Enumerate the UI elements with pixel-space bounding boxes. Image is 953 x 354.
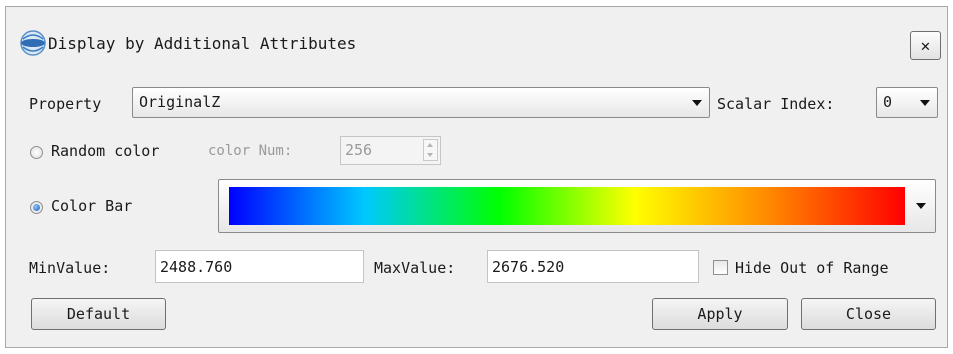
random-color-label: Random color: [51, 142, 160, 160]
chevron-down-icon: [920, 100, 930, 106]
scalar-index-value: 0: [883, 93, 893, 111]
scalar-index-label: Scalar Index:: [717, 95, 835, 113]
max-value-text: 2676.520: [492, 258, 565, 276]
scalar-index-dropdown[interactable]: 0: [876, 87, 938, 118]
spin-down-icon[interactable]: [427, 153, 433, 157]
color-num-spinbox[interactable]: 256: [340, 136, 441, 165]
color-bar-label: Color Bar: [51, 197, 133, 215]
min-value-text: 2488.760: [160, 258, 233, 276]
max-value-label: MaxValue:: [374, 259, 456, 277]
apply-button[interactable]: Apply: [652, 298, 788, 330]
min-value-label: MinValue:: [29, 259, 111, 277]
default-button[interactable]: Default: [31, 298, 166, 330]
property-label: Property: [29, 95, 102, 113]
window-title: Display by Additional Attributes: [48, 34, 357, 53]
close-icon: ✕: [920, 36, 931, 55]
spin-up-icon[interactable]: [427, 143, 433, 147]
property-value: OriginalZ: [139, 93, 221, 111]
chevron-down-icon: [692, 100, 702, 106]
color-bar-dropdown[interactable]: [218, 179, 936, 233]
app-logo-icon: [20, 30, 46, 56]
close-button[interactable]: Close: [801, 298, 936, 330]
min-value-input[interactable]: 2488.760: [155, 250, 364, 283]
random-color-radio[interactable]: [30, 146, 43, 159]
color-bar-radio[interactable]: [30, 201, 43, 214]
chevron-down-icon: [916, 203, 926, 209]
property-dropdown[interactable]: OriginalZ: [132, 87, 710, 118]
color-gradient-swatch: [229, 187, 905, 225]
hide-out-of-range-checkbox[interactable]: [713, 260, 728, 275]
color-num-value: 256: [345, 141, 373, 159]
spin-buttons[interactable]: [423, 139, 438, 161]
title-bar: Display by Additional Attributes ✕: [6, 7, 947, 75]
dialog-window: Display by Additional Attributes ✕ Prope…: [5, 6, 948, 348]
color-num-label: color Num:: [208, 143, 293, 159]
close-window-button[interactable]: ✕: [910, 31, 941, 60]
max-value-input[interactable]: 2676.520: [487, 250, 699, 283]
hide-out-of-range-label: Hide Out of Range: [735, 259, 889, 277]
